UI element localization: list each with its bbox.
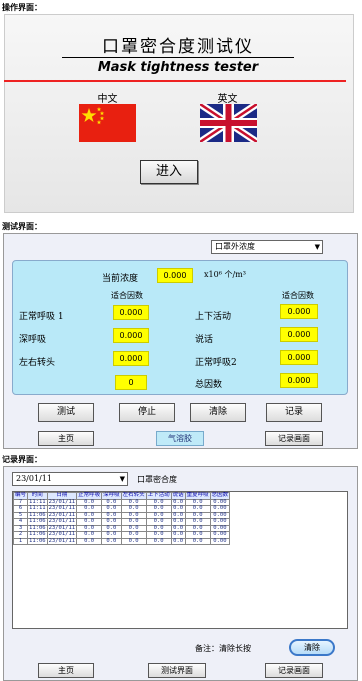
stop-button[interactable]: 停止 xyxy=(119,403,175,422)
total-factor-label: 总因数 xyxy=(195,380,223,390)
clear-button[interactable]: 清除 xyxy=(190,403,246,422)
chevron-down-icon: ▼ xyxy=(314,243,320,251)
title-en: Mask tightness tester xyxy=(97,60,259,75)
caption-operation: 操作界面： xyxy=(2,3,42,12)
up-down-label: 上下活动 xyxy=(195,312,232,322)
record-screen-nav-button[interactable]: 记录画面 xyxy=(265,431,323,446)
clear-records-button[interactable]: 清除 xyxy=(289,639,335,656)
table-cell: 0.00 xyxy=(209,537,231,545)
record-tag: 口罩密合度 xyxy=(137,475,177,484)
home-nav-button[interactable]: 主页 xyxy=(38,431,94,446)
title-underline xyxy=(62,57,294,58)
normal-breath-1-value: 0.000 xyxy=(113,305,149,320)
counter-value: 0 xyxy=(115,375,147,390)
china-flag-icon[interactable] xyxy=(79,104,136,142)
date-dropdown[interactable]: 23/01/11 ▼ xyxy=(12,472,128,486)
table-cell: 0.0 xyxy=(145,537,172,545)
table-cell: 0.0 xyxy=(76,537,103,545)
talking-label: 说话 xyxy=(195,335,214,345)
turn-head-label: 左右转头 xyxy=(19,358,56,368)
turn-head-value: 0.000 xyxy=(113,351,149,366)
table-cell: 11:06 xyxy=(27,537,48,545)
table-cell: 0.0 xyxy=(184,537,211,545)
normal-breath-1-label: 正常呼吸 1 xyxy=(19,312,64,322)
record-screen-nav-button-active[interactable]: 记录画面 xyxy=(265,663,323,678)
table-cell: 0.0 xyxy=(101,537,122,545)
total-factor-value: 0.000 xyxy=(280,373,318,388)
up-down-value: 0.000 xyxy=(280,304,318,319)
table-cell: 1 xyxy=(13,537,29,545)
table-cell: 0.0 xyxy=(170,537,186,545)
red-divider xyxy=(4,80,346,82)
test-button[interactable]: 测试 xyxy=(38,403,94,422)
table-cell: 0.0 xyxy=(120,537,147,545)
title-cn: 口罩密合度测试仪 xyxy=(102,37,254,57)
table-cell: 23/01/11 xyxy=(46,537,78,545)
record-table-grid: 编号 时间 日期 正常呼吸 深呼吸 左右转头 上下活动 说话 重复呼吸 总因数 7 11:11 23/… xyxy=(13,492,231,545)
fit-factor-label-left: 适合因数 xyxy=(111,291,143,300)
record-button[interactable]: 记录 xyxy=(266,403,322,422)
uk-flag-icon[interactable] xyxy=(200,104,257,142)
concentration-dropdown[interactable]: 口罩外浓度 ▼ xyxy=(211,240,323,254)
normal-breath-2-value: 0.000 xyxy=(280,350,318,365)
lang-en-label: 英文 xyxy=(217,94,238,105)
current-conc-label: 当前浓度 xyxy=(102,274,139,284)
normal-breath-2-label: 正常呼吸2 xyxy=(195,358,237,368)
aerosol-nav-button[interactable]: 气溶胶 xyxy=(156,431,204,446)
caption-record: 记录界面： xyxy=(2,455,42,464)
date-value: 23/01/11 xyxy=(16,474,52,483)
enter-button[interactable]: 进入 xyxy=(140,160,198,184)
dropdown-value: 口罩外浓度 xyxy=(215,242,255,251)
deep-breath-label: 深呼吸 xyxy=(19,335,47,345)
conc-unit: x10⁶ 个/m³ xyxy=(204,270,246,279)
chevron-down-icon: ▼ xyxy=(119,475,125,483)
table-row[interactable]: 1 11:06 23/01/11 0.0 0.0 0.0 0.0 0.0 0.0 0.00 xyxy=(13,537,231,545)
table-body: 7 11:11 23/01/11 0.0 0.0 0.0 0.0 0.0 0.0 0.00 6 11:… xyxy=(13,498,231,545)
note-text: 备注：清除长按 xyxy=(195,644,251,653)
caption-test: 测试界面： xyxy=(2,222,42,231)
talking-value: 0.000 xyxy=(280,327,318,342)
record-table[interactable]: 编号 时间 日期 正常呼吸 深呼吸 左右转头 上下活动 说话 重复呼吸 总因数 7 11:11 23/… xyxy=(12,491,348,629)
deep-breath-value: 0.000 xyxy=(113,328,149,343)
test-screen-nav-button[interactable]: 测试界面 xyxy=(148,663,206,678)
fit-factor-label-right: 适合因数 xyxy=(282,291,314,300)
current-conc-value: 0.000 xyxy=(157,268,193,283)
home-nav-button-record[interactable]: 主页 xyxy=(38,663,94,678)
lang-cn-label: 中文 xyxy=(97,94,118,105)
